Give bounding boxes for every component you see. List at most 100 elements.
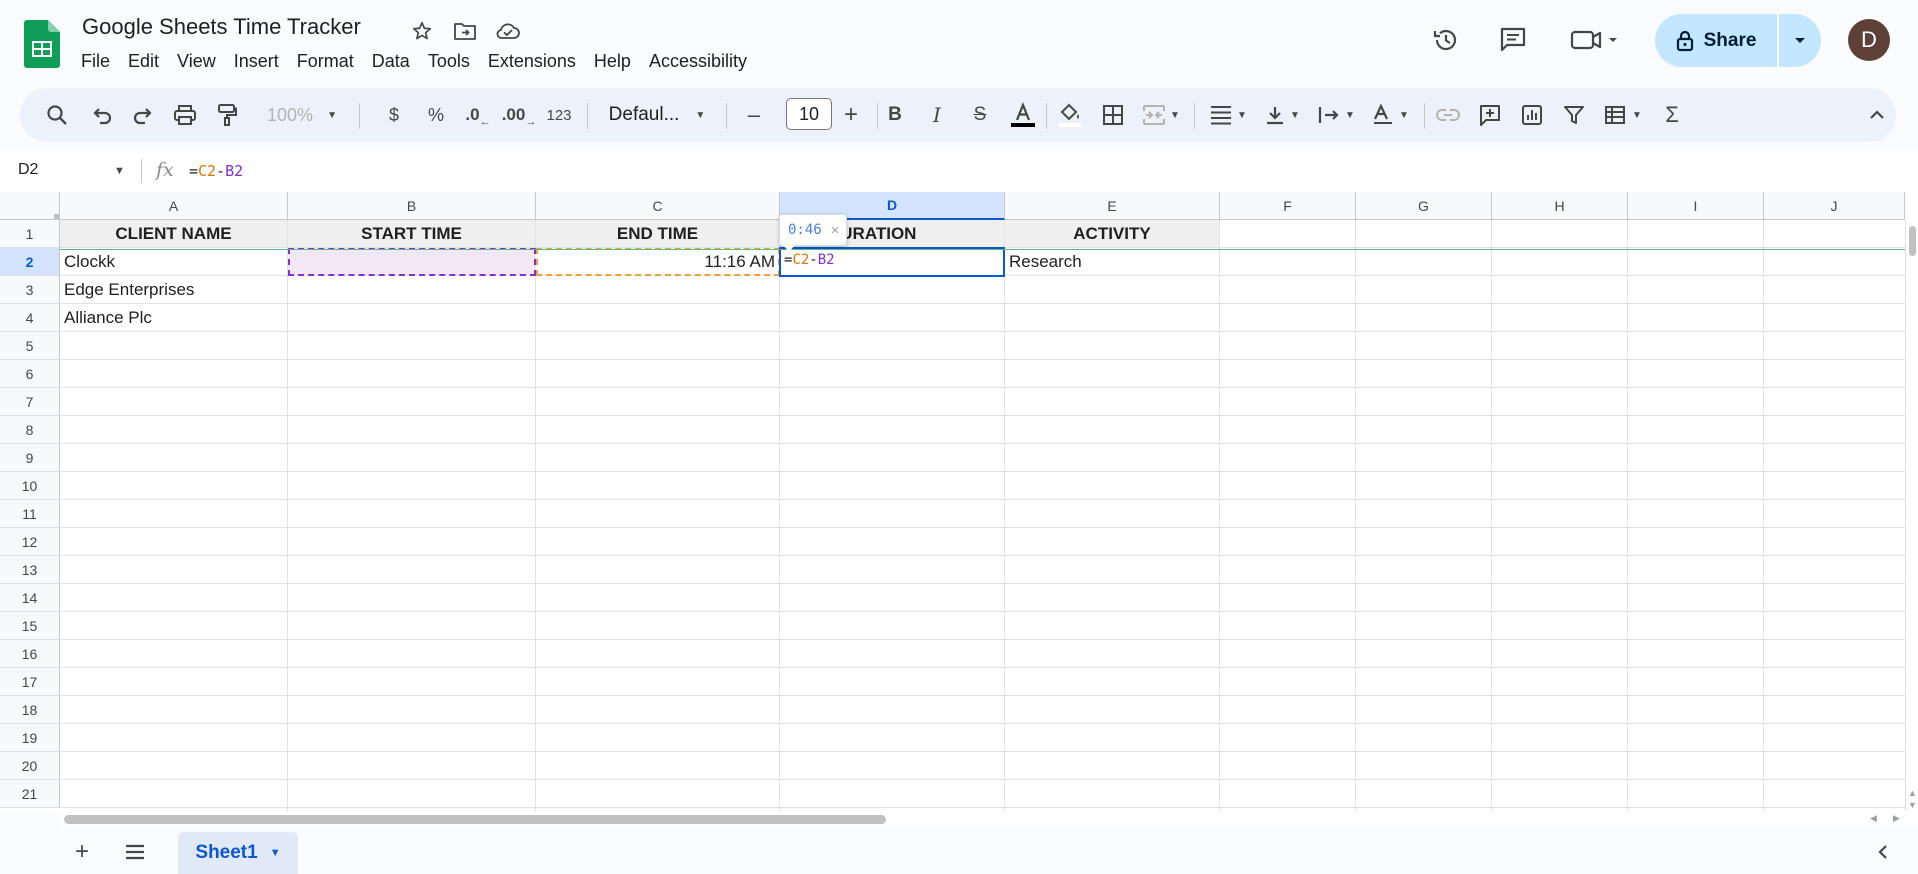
sheets-logo-icon[interactable] bbox=[24, 20, 60, 68]
horizontal-scroll-thumb[interactable] bbox=[64, 815, 886, 824]
vertical-scrollbar[interactable]: ▲ ▼ bbox=[1905, 220, 1918, 812]
column-header-g[interactable]: G bbox=[1356, 192, 1492, 220]
row-header-1[interactable]: 1 bbox=[0, 220, 60, 248]
row-header-10[interactable]: 10 bbox=[0, 472, 60, 500]
insert-comment-icon[interactable] bbox=[1475, 100, 1505, 130]
row-header-3[interactable]: 3 bbox=[0, 276, 60, 304]
cell-b2[interactable]: 10:30 AM bbox=[288, 248, 536, 276]
menu-tools[interactable]: Tools bbox=[419, 48, 479, 75]
more-formats-button[interactable]: 123 bbox=[542, 100, 576, 130]
text-rotation-icon[interactable]: ▼ bbox=[1368, 100, 1412, 130]
row-header-4[interactable]: 4 bbox=[0, 304, 60, 332]
row-header-16[interactable]: 16 bbox=[0, 640, 60, 668]
row-header-8[interactable]: 8 bbox=[0, 416, 60, 444]
row-header-20[interactable]: 20 bbox=[0, 752, 60, 780]
freeze-divider[interactable] bbox=[60, 249, 1905, 250]
share-dropdown-button[interactable] bbox=[1779, 14, 1821, 67]
all-sheets-icon[interactable] bbox=[120, 837, 150, 867]
vertical-align-icon[interactable]: ▼ bbox=[1260, 100, 1304, 130]
column-header-h[interactable]: H bbox=[1492, 192, 1628, 220]
menu-insert[interactable]: Insert bbox=[225, 48, 288, 75]
cell-c3[interactable] bbox=[536, 276, 780, 304]
row-header-14[interactable]: 14 bbox=[0, 584, 60, 612]
insert-link-icon[interactable] bbox=[1433, 100, 1463, 130]
merge-cells-icon[interactable]: ▼ bbox=[1138, 100, 1184, 130]
collapse-toolbar-icon[interactable] bbox=[1862, 100, 1892, 130]
column-header-e[interactable]: E bbox=[1005, 192, 1220, 220]
redo-icon[interactable] bbox=[128, 100, 158, 130]
text-color-icon[interactable] bbox=[1008, 100, 1038, 130]
strikethrough-icon[interactable]: S bbox=[965, 100, 995, 130]
cell-b1[interactable]: START TIME bbox=[288, 220, 536, 248]
account-avatar[interactable]: D bbox=[1848, 19, 1890, 61]
insert-chart-icon[interactable] bbox=[1517, 100, 1547, 130]
bold-icon[interactable]: B bbox=[880, 100, 910, 130]
row-header-18[interactable]: 18 bbox=[0, 696, 60, 724]
sidepanel-toggle-icon[interactable] bbox=[1868, 837, 1898, 867]
empty-cells[interactable] bbox=[1220, 220, 1905, 248]
font-family-select[interactable]: Defaul... ▼ bbox=[602, 100, 712, 130]
scroll-right-arrow-icon[interactable]: ▶ bbox=[1893, 813, 1900, 824]
cell-a2[interactable]: Clockk bbox=[60, 248, 288, 276]
cell-b3[interactable] bbox=[288, 276, 536, 304]
fill-color-icon[interactable] bbox=[1055, 100, 1085, 130]
menu-view[interactable]: View bbox=[168, 48, 225, 75]
cell-c2[interactable]: 11:16 AM bbox=[536, 248, 780, 276]
version-history-icon[interactable] bbox=[1426, 20, 1466, 60]
column-header-b[interactable]: B bbox=[288, 192, 536, 220]
cell-editor-d2[interactable]: =C2-B2 bbox=[779, 247, 1005, 277]
row-header-21[interactable]: 21 bbox=[0, 780, 60, 808]
paint-format-icon[interactable] bbox=[212, 100, 242, 130]
row-header-11[interactable]: 11 bbox=[0, 500, 60, 528]
row-header-15[interactable]: 15 bbox=[0, 612, 60, 640]
decrease-decimal-button[interactable]: .0 ← bbox=[463, 100, 493, 130]
cell-a1[interactable]: CLIENT NAME bbox=[60, 220, 288, 248]
empty-cells[interactable] bbox=[60, 332, 1905, 812]
horizontal-scrollbar[interactable]: ◀ ▶ bbox=[60, 811, 1918, 826]
sheet-tab-sheet1[interactable]: Sheet1 ▼ bbox=[178, 832, 298, 874]
row-header-17[interactable]: 17 bbox=[0, 668, 60, 696]
column-header-j[interactable]: J bbox=[1764, 192, 1905, 220]
menu-file[interactable]: File bbox=[72, 48, 119, 75]
undo-icon[interactable] bbox=[87, 100, 117, 130]
row-header-7[interactable]: 7 bbox=[0, 388, 60, 416]
cloud-saved-icon[interactable] bbox=[494, 17, 522, 45]
borders-icon[interactable] bbox=[1098, 100, 1128, 130]
cell-e1[interactable]: ACTIVITY bbox=[1005, 220, 1220, 248]
cell-e2[interactable]: Research bbox=[1005, 248, 1220, 276]
filter-icon[interactable] bbox=[1559, 100, 1589, 130]
row-header-5[interactable]: 5 bbox=[0, 332, 60, 360]
caret-down-icon[interactable]: ▼ bbox=[270, 847, 281, 859]
row-header-13[interactable]: 13 bbox=[0, 556, 60, 584]
increase-decimal-button[interactable]: .00 → bbox=[502, 100, 537, 130]
comments-icon[interactable] bbox=[1493, 20, 1533, 60]
cell-c1[interactable]: END TIME bbox=[536, 220, 780, 248]
cell-e4[interactable] bbox=[1005, 304, 1220, 332]
menu-format[interactable]: Format bbox=[288, 48, 363, 75]
move-folder-icon[interactable] bbox=[451, 17, 479, 45]
menu-extensions[interactable]: Extensions bbox=[479, 48, 585, 75]
functions-icon[interactable]: Σ bbox=[1657, 100, 1687, 130]
cell-b4[interactable] bbox=[288, 304, 536, 332]
menu-data[interactable]: Data bbox=[363, 48, 419, 75]
menu-edit[interactable]: Edit bbox=[119, 48, 168, 75]
share-button[interactable]: Share bbox=[1655, 14, 1777, 67]
scroll-down-arrow-icon[interactable]: ▼ bbox=[1908, 800, 1917, 810]
font-size-input[interactable]: 10 bbox=[786, 98, 832, 130]
add-sheet-icon[interactable]: + bbox=[67, 837, 97, 867]
row-header-19[interactable]: 19 bbox=[0, 724, 60, 752]
decrease-font-size-icon[interactable]: – bbox=[739, 100, 769, 130]
zoom-select[interactable]: 100% ▼ bbox=[262, 100, 342, 130]
column-header-i[interactable]: I bbox=[1628, 192, 1764, 220]
select-all-corner[interactable] bbox=[0, 192, 60, 220]
vertical-scroll-thumb[interactable] bbox=[1909, 226, 1916, 256]
search-menus-icon[interactable] bbox=[42, 100, 72, 130]
cell-c4[interactable] bbox=[536, 304, 780, 332]
cell-a3[interactable]: Edge Enterprises bbox=[60, 276, 288, 304]
name-box-caret-icon[interactable]: ▼ bbox=[114, 165, 125, 177]
column-header-f[interactable]: F bbox=[1220, 192, 1356, 220]
name-box[interactable]: D2 bbox=[18, 161, 38, 179]
cell-d4[interactable] bbox=[780, 304, 1005, 332]
cell-d3[interactable] bbox=[780, 276, 1005, 304]
increase-font-size-icon[interactable]: + bbox=[836, 100, 866, 130]
